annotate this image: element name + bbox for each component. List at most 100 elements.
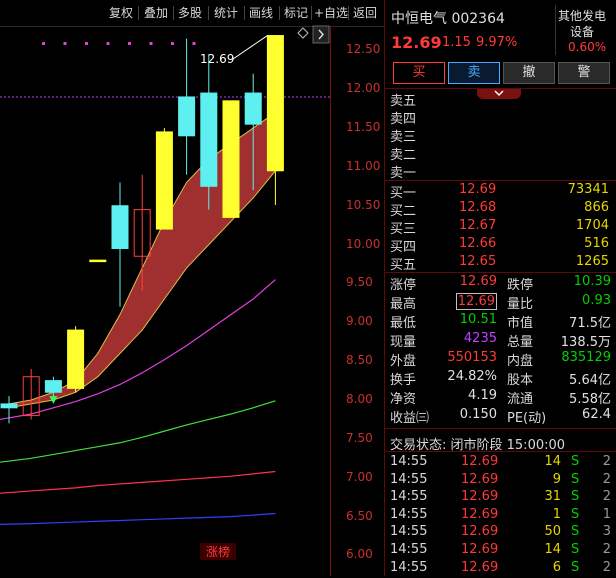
divider	[385, 88, 616, 89]
bid-volume: 516	[584, 236, 609, 251]
ask-row: 卖三	[385, 126, 616, 145]
tick-volume: 1	[552, 506, 561, 522]
stat-row: 收益㈢ 0.150 PE(动) 62.4	[385, 407, 616, 426]
candle-body	[200, 92, 218, 187]
stat-value: 24.82%	[447, 369, 497, 384]
sector-name-2: 设备	[570, 25, 595, 39]
tick-time: 14:55	[390, 454, 428, 469]
signal-dot	[63, 42, 67, 45]
buy-button[interactable]: 买	[393, 62, 445, 84]
kline-chart[interactable]: 复权 叠加 多股 统计 画线 标记 +自选 返回 12.69 12.50 12.00 11.50 1…	[0, 0, 384, 576]
stat-value: 5.64亿	[569, 373, 611, 388]
sector-name: 其他发电	[558, 9, 607, 23]
stat-row: 最低 10.51 市值 71.5亿	[385, 312, 616, 331]
tick-time: 14:55	[390, 542, 428, 557]
sell-button[interactable]: 卖	[448, 62, 500, 84]
stat-label: 净资	[390, 392, 417, 407]
stat-value: 71.5亿	[569, 316, 611, 331]
bid-volume: 73341	[567, 182, 609, 197]
stat-value: 12.69	[455, 293, 497, 310]
divider	[385, 272, 616, 273]
stat-label: 涨停	[390, 278, 417, 293]
ma-line-green	[0, 400, 276, 463]
bid-volume: 1265	[575, 254, 609, 269]
ask-label: 卖三	[390, 130, 417, 145]
bid-row[interactable]: 买一 12.69 73341	[385, 182, 616, 201]
signal-dot	[149, 42, 153, 45]
tick-side: S	[571, 506, 580, 522]
stat-value: 4235	[463, 331, 497, 346]
stat-label: 现量	[390, 335, 417, 350]
stat-value: 10.39	[573, 274, 611, 289]
stat-label: 最低	[390, 316, 417, 331]
candle-body	[111, 205, 129, 249]
ask-row: 卖四	[385, 108, 616, 127]
bid-row[interactable]: 买五 12.65 1265	[385, 254, 616, 273]
tick-price: 12.69	[461, 559, 499, 575]
ask-label: 卖五	[390, 94, 417, 109]
tick-volume: 14	[544, 454, 561, 469]
stat-value: 5.58亿	[569, 392, 611, 407]
bid-price: 12.69	[459, 182, 497, 197]
ask-row: 卖一	[385, 162, 616, 181]
tick-count: 2	[602, 559, 611, 575]
ask-row: 卖二	[385, 144, 616, 163]
candle-body	[67, 329, 85, 389]
stat-label: 市值	[507, 316, 534, 331]
tick-price: 12.69	[461, 454, 499, 469]
y-tick-label: 9.00	[346, 314, 373, 329]
alert-button[interactable]: 警	[558, 62, 610, 84]
tick-volume: 14	[544, 542, 561, 557]
tick-time: 14:55	[390, 471, 428, 487]
stat-label: 量比	[507, 297, 534, 312]
tick-side: S	[571, 454, 580, 469]
bid-row[interactable]: 买三 12.67 1704	[385, 218, 616, 237]
signal-dot	[42, 42, 45, 45]
stat-value: 12.69	[459, 274, 497, 289]
stat-value: 138.5万	[560, 335, 611, 350]
ask-row: 卖五	[385, 90, 616, 109]
tick-price: 12.69	[461, 471, 499, 487]
bid-price: 12.67	[459, 218, 497, 233]
stat-value: 0.150	[459, 407, 497, 422]
bid-label: 买一	[390, 186, 417, 201]
y-tick-label: 10.00	[346, 236, 381, 251]
bid-row[interactable]: 买二 12.68 866	[385, 200, 616, 219]
stat-label: 流通	[507, 392, 534, 407]
y-tick-label: 8.50	[346, 353, 373, 368]
stat-value: 4.19	[468, 388, 497, 403]
bid-price: 12.68	[459, 200, 497, 215]
candle-body	[222, 100, 240, 218]
stat-row: 外盘 550153 内盘 835129	[385, 350, 616, 369]
stat-label: 最高	[390, 297, 417, 312]
bid-row[interactable]: 买四 12.66 516	[385, 236, 616, 255]
signal-dot	[128, 42, 131, 45]
y-tick-label: 7.50	[346, 430, 373, 445]
stat-row: 换手 24.82% 股本 5.64亿	[385, 369, 616, 388]
signal-dot	[192, 42, 196, 45]
bid-label: 买五	[390, 258, 417, 273]
y-tick-label: 11.00	[346, 158, 381, 173]
cancel-button[interactable]: 撤	[503, 62, 555, 84]
stat-value: 835129	[561, 350, 611, 365]
tick-side: S	[571, 542, 580, 557]
signal-dot	[106, 42, 110, 45]
tick-side: S	[571, 471, 580, 487]
y-tick-label: 6.50	[346, 508, 373, 523]
tick-price: 12.69	[461, 524, 499, 540]
sector-box[interactable]: 其他发电 设备 0.60%	[555, 5, 614, 55]
tick-row: 14:55 12.69 9 S 2	[385, 472, 616, 490]
ask-label: 卖二	[390, 148, 417, 163]
rank-tag[interactable]: 涨榜	[200, 543, 237, 560]
bid-label: 买二	[390, 204, 417, 219]
stat-value: 62.4	[582, 407, 611, 422]
quote-panel: 中恒电气 002364 12.69 1.15 9.97% 其他发电 设备 0.6…	[384, 0, 616, 576]
kline-plot[interactable]: 12.69	[0, 0, 384, 576]
bid-label: 买四	[390, 240, 417, 255]
stat-label: 总量	[507, 335, 534, 350]
stat-value: 10.51	[459, 312, 497, 327]
ask-label: 卖一	[390, 166, 417, 181]
y-tick-label: 12.50	[346, 42, 381, 57]
tick-row: 14:55 12.69 31 S 2	[385, 489, 616, 507]
bid-price: 12.66	[459, 236, 497, 251]
